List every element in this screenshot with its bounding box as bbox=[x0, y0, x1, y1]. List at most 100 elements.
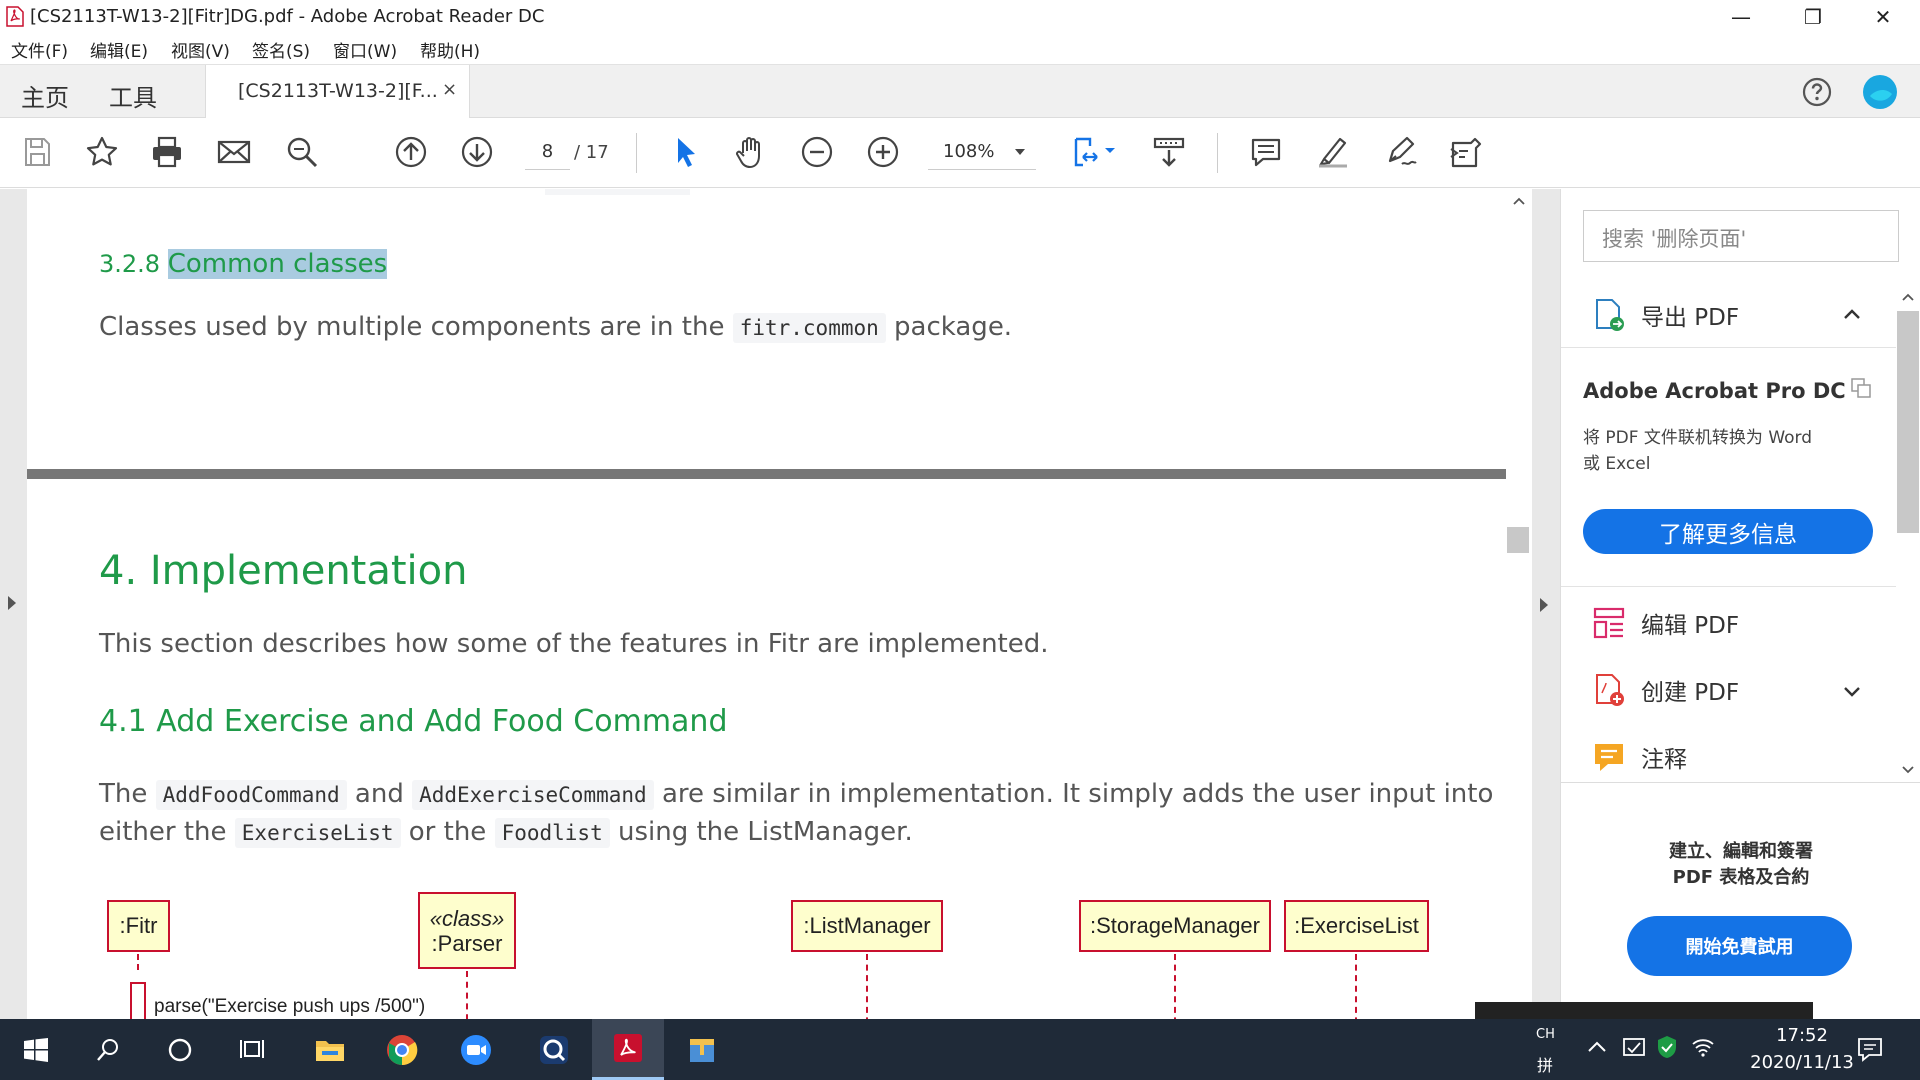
fill-sign-button[interactable] bbox=[1444, 130, 1488, 174]
tab-document[interactable]: [CS2113T-W13-2][F... × bbox=[205, 65, 470, 119]
circle-icon bbox=[168, 1038, 192, 1061]
next-page-button[interactable] bbox=[455, 130, 499, 174]
archive-app-button[interactable] bbox=[666, 1019, 738, 1080]
minimize-button[interactable]: — bbox=[1710, 0, 1772, 33]
previous-page-button[interactable] bbox=[389, 130, 433, 174]
find-button[interactable] bbox=[280, 130, 324, 174]
save-icon bbox=[25, 138, 50, 166]
scroll-up-icon[interactable] bbox=[1902, 293, 1914, 301]
email-button[interactable] bbox=[212, 130, 256, 174]
text-run: and bbox=[354, 779, 404, 809]
export-pdf-item[interactable]: 导出 PDF bbox=[1591, 297, 1739, 333]
zoom-out-button[interactable] bbox=[795, 130, 839, 174]
help-icon[interactable] bbox=[1801, 76, 1833, 108]
close-window-button[interactable]: ✕ bbox=[1852, 0, 1914, 33]
acrobat-taskbar-button[interactable] bbox=[592, 1019, 664, 1080]
scrollbar-thumb[interactable] bbox=[1507, 527, 1529, 553]
clock-time[interactable]: 17:52 bbox=[1755, 1025, 1849, 1046]
chevron-up-icon[interactable] bbox=[1587, 1039, 1607, 1053]
uml-activation-bar bbox=[130, 982, 146, 1019]
document-scrollbar[interactable] bbox=[1506, 189, 1532, 1019]
menu-view[interactable]: 视图(V) bbox=[171, 37, 230, 62]
text-run: are similar in implementation. It simply… bbox=[661, 779, 1494, 809]
menu-file[interactable]: 文件(F) bbox=[11, 37, 68, 62]
chevron-up-icon[interactable] bbox=[1843, 308, 1861, 320]
zoom-level-select[interactable]: 108% bbox=[928, 134, 1036, 170]
save-button[interactable] bbox=[15, 130, 59, 174]
acrobat-file-icon bbox=[6, 6, 24, 27]
text-run: package. bbox=[894, 312, 1013, 342]
toolbar-divider bbox=[636, 133, 637, 173]
section-number: 3.2.8 bbox=[99, 250, 161, 278]
page-display-button[interactable] bbox=[1064, 130, 1124, 174]
menu-help[interactable]: 帮助(H) bbox=[420, 37, 480, 62]
text-run: using the ListManager. bbox=[617, 817, 913, 847]
close-tab-icon[interactable]: × bbox=[442, 79, 457, 100]
device-icon[interactable] bbox=[1622, 1036, 1646, 1058]
zoom-in-button[interactable] bbox=[861, 130, 905, 174]
tools-search-input[interactable]: 搜索 '删除页面' bbox=[1583, 210, 1899, 262]
comment-button[interactable] bbox=[1244, 130, 1288, 174]
right-panel-toggle-icon[interactable] bbox=[1538, 596, 1550, 614]
uml-object-fitr: :Fitr bbox=[107, 900, 170, 952]
edit-pdf-item[interactable]: 编辑 PDF bbox=[1591, 605, 1739, 641]
file-explorer-button[interactable] bbox=[294, 1019, 366, 1080]
search-taskbar-button[interactable] bbox=[72, 1019, 144, 1080]
comment-label: 注释 bbox=[1641, 747, 1687, 773]
account-avatar-icon[interactable] bbox=[1862, 74, 1898, 110]
start-button[interactable] bbox=[0, 1019, 72, 1080]
ime-mode[interactable]: 拼 bbox=[1537, 1052, 1553, 1076]
print-button[interactable] bbox=[145, 130, 189, 174]
promo-bottom-line-1: 建立、編輯和簽署 bbox=[1669, 841, 1813, 862]
taskbar: CH 拼 17:52 2020/11/13 bbox=[0, 1002, 1920, 1080]
cortana-button[interactable] bbox=[144, 1019, 216, 1080]
tab-tools[interactable]: 工具 bbox=[109, 78, 157, 113]
paragraph-line-1: The AddFoodCommand and AddExerciseComman… bbox=[99, 779, 1494, 810]
tab-document-label: [CS2113T-W13-2][F... bbox=[238, 80, 438, 102]
menu-edit[interactable]: 编辑(E) bbox=[90, 37, 148, 62]
wifi-icon[interactable] bbox=[1690, 1036, 1716, 1058]
tools-pane: 搜索 '删除页面' 导出 PDF Adobe Acrobat Pro DC 将 … bbox=[1560, 189, 1920, 1019]
toolbar: 8 / 17 108% bbox=[0, 118, 1920, 188]
select-tool-button[interactable] bbox=[663, 130, 707, 174]
text-run: Classes used by multiple components are … bbox=[99, 312, 725, 342]
text-run: or the bbox=[408, 817, 487, 847]
highlight-button[interactable] bbox=[1311, 130, 1355, 174]
free-trial-button[interactable]: 開始免費試用 bbox=[1627, 916, 1852, 976]
taskbar-tooltip-edge bbox=[1475, 1002, 1813, 1019]
zoom-level-value: 108% bbox=[943, 141, 995, 162]
zoom-app-button[interactable] bbox=[440, 1019, 512, 1080]
document-viewer[interactable]: 3.2.8 Common classes Classes used by mul… bbox=[0, 189, 1560, 1019]
create-pdf-item[interactable]: 创建 PDF bbox=[1591, 672, 1739, 708]
security-shield-icon[interactable] bbox=[1656, 1035, 1678, 1059]
left-panel-toggle-icon[interactable] bbox=[6, 594, 18, 612]
pane-scrollbar-thumb[interactable] bbox=[1897, 311, 1919, 533]
chapter-paragraph: This section describes how some of the f… bbox=[99, 629, 1049, 659]
scroll-down-icon[interactable] bbox=[1902, 766, 1914, 774]
scroll-up-icon[interactable] bbox=[1513, 197, 1525, 205]
tab-home[interactable]: 主页 bbox=[21, 78, 69, 113]
mail-icon bbox=[217, 140, 251, 164]
page-number-input[interactable]: 8 bbox=[525, 134, 570, 170]
menu-sign[interactable]: 签名(S) bbox=[252, 37, 310, 62]
notification-icon[interactable] bbox=[1856, 1036, 1884, 1062]
hand-tool-button[interactable] bbox=[729, 130, 773, 174]
scroll-mode-button[interactable] bbox=[1147, 130, 1191, 174]
app-button[interactable] bbox=[518, 1019, 590, 1080]
menu-window[interactable]: 窗口(W) bbox=[333, 37, 397, 62]
inline-code: AddFoodCommand bbox=[155, 780, 347, 810]
uml-message-label: parse("Exercise push ups /500") bbox=[154, 996, 426, 1017]
bookmark-star-button[interactable] bbox=[80, 130, 124, 174]
learn-more-button[interactable]: 了解更多信息 bbox=[1583, 509, 1873, 554]
task-view-button[interactable] bbox=[216, 1019, 288, 1080]
comment-item[interactable]: 注释 bbox=[1591, 739, 1687, 775]
chevron-down-icon[interactable] bbox=[1843, 686, 1861, 698]
print-icon bbox=[153, 136, 181, 168]
sign-button[interactable] bbox=[1378, 130, 1422, 174]
input-language[interactable]: CH bbox=[1536, 1027, 1555, 1042]
maximize-button[interactable]: ❐ bbox=[1782, 0, 1844, 33]
chrome-button[interactable] bbox=[366, 1019, 438, 1080]
divider bbox=[1561, 586, 1896, 587]
page-separator bbox=[27, 469, 1507, 479]
pdf-page: 3.2.8 Common classes Classes used by mul… bbox=[27, 189, 1507, 469]
